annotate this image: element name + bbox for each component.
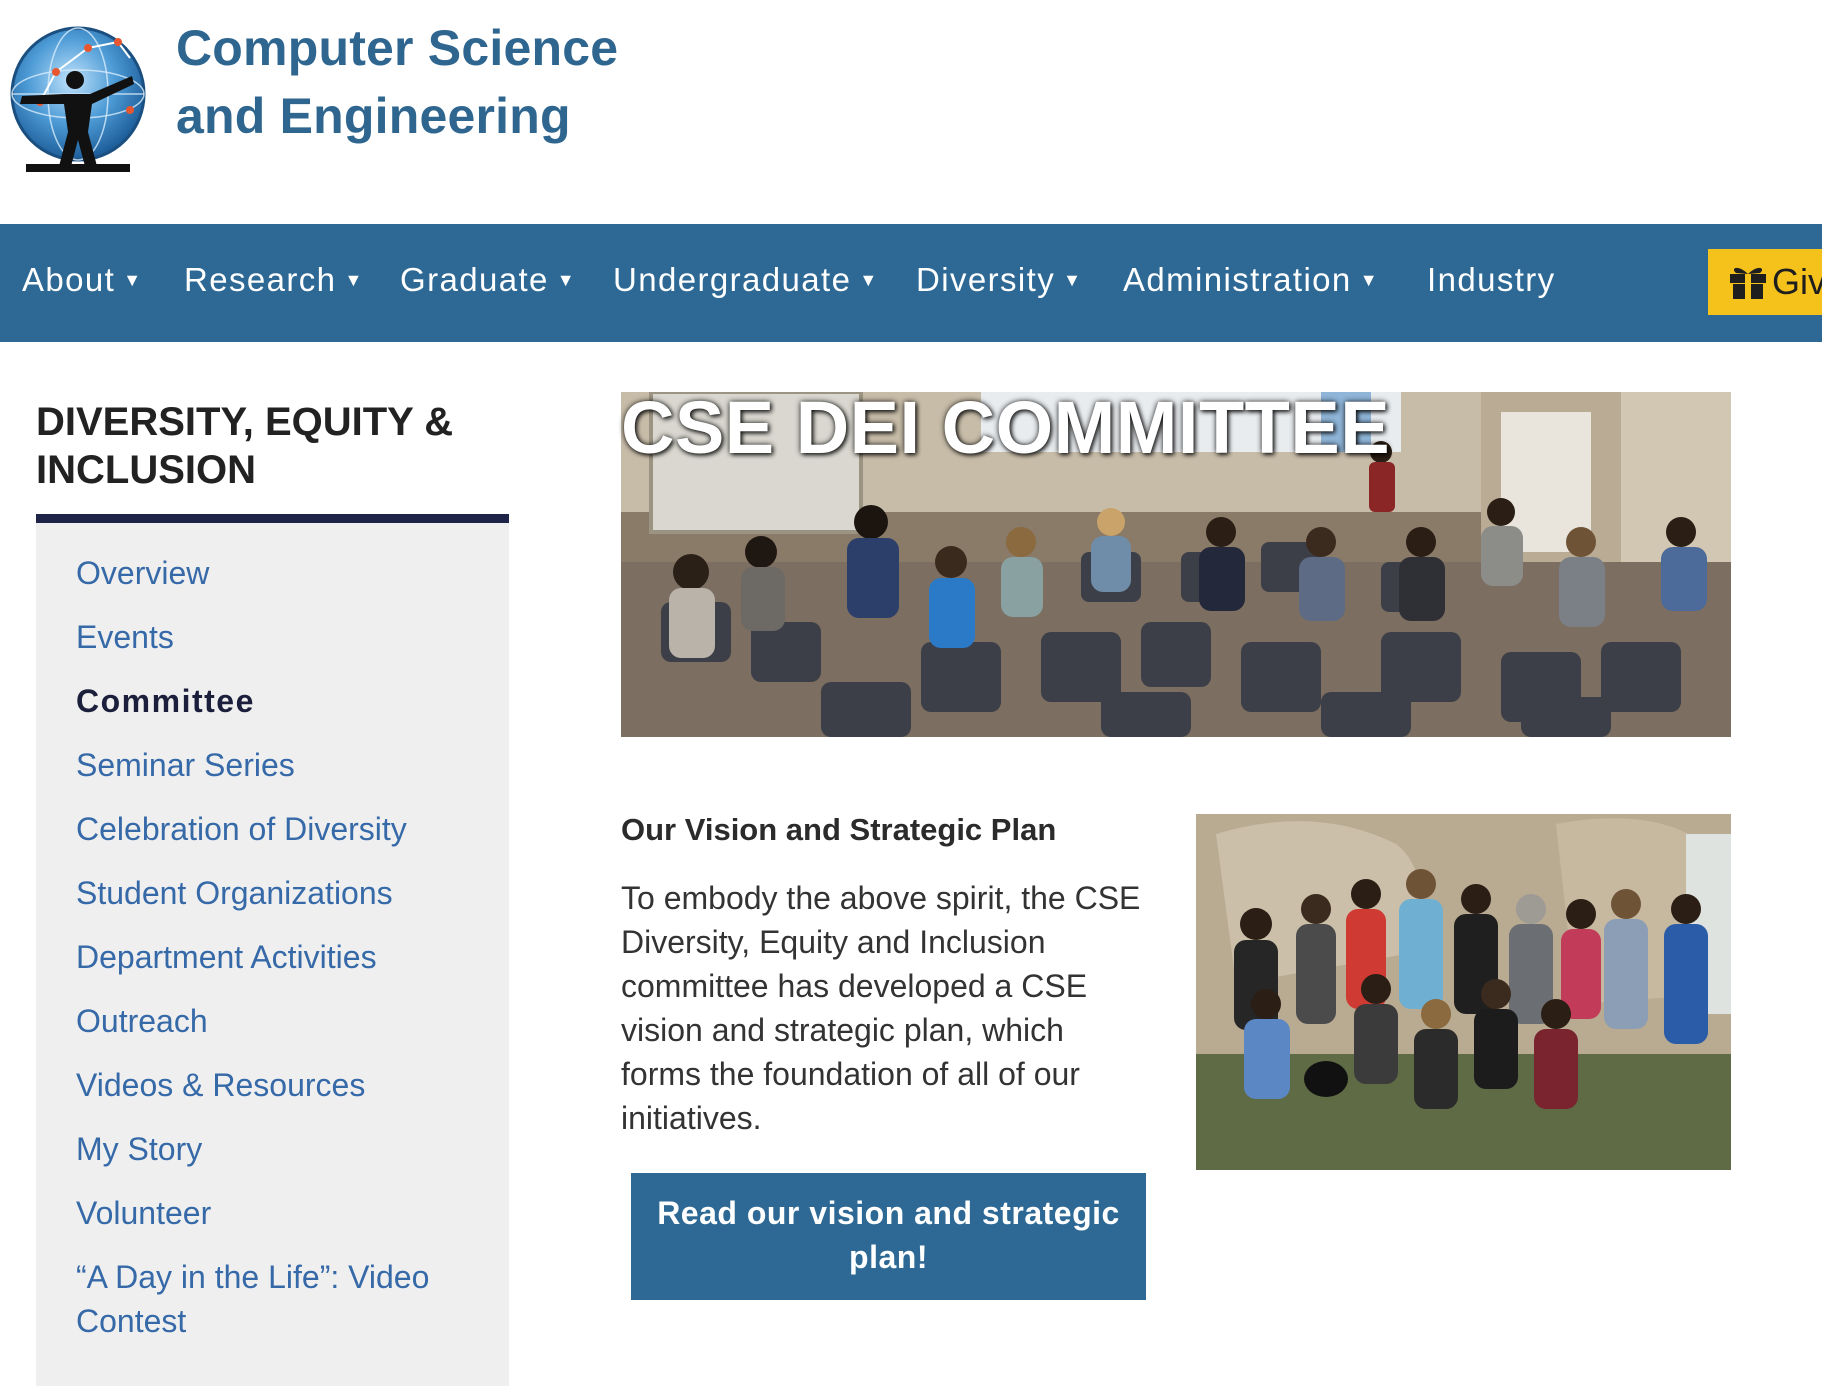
nav-item-undergraduate[interactable]: Undergraduate ▼ xyxy=(613,224,879,342)
nav-item-about[interactable]: About ▼ xyxy=(22,224,142,342)
sidebar-item-overview[interactable]: Overview xyxy=(76,551,496,595)
site-header: Computer Science and Engineering xyxy=(0,0,1822,224)
cse-logo[interactable] xyxy=(6,14,150,174)
sidebar-item-videos-resources[interactable]: Videos & Resources xyxy=(76,1063,496,1107)
nav-item-research[interactable]: Research ▼ xyxy=(184,224,364,342)
site-title[interactable]: Computer Science and Engineering xyxy=(176,14,618,150)
gift-icon xyxy=(1730,267,1766,299)
nav-item-graduate[interactable]: Graduate ▼ xyxy=(400,224,576,342)
sidebar-item-events[interactable]: Events xyxy=(76,615,496,659)
sidebar-divider xyxy=(36,514,509,523)
nav-item-diversity[interactable]: Diversity ▼ xyxy=(916,224,1082,342)
caret-down-icon: ▼ xyxy=(1359,270,1379,290)
give-button[interactable]: Give xyxy=(1708,249,1822,315)
committee-group-photo xyxy=(1196,814,1731,1170)
sidebar-item-outreach[interactable]: Outreach xyxy=(76,999,496,1043)
caret-down-icon: ▼ xyxy=(859,270,879,290)
nav-label: About xyxy=(22,261,116,298)
nav-item-industry[interactable]: Industry xyxy=(1427,224,1556,342)
vision-paragraph: To embody the above spirit, the CSE Dive… xyxy=(621,880,1141,1136)
nav-label: Administration xyxy=(1123,261,1352,298)
sidebar-heading: DIVERSITY, EQUITY & INCLUSION xyxy=(36,400,454,492)
read-vision-plan-button[interactable]: Read our vision and strategic plan! xyxy=(631,1173,1146,1300)
caret-down-icon: ▼ xyxy=(1063,270,1083,290)
site-title-line1: Computer Science xyxy=(176,20,619,76)
sidebar-item-department-activities[interactable]: Department Activities xyxy=(76,935,496,979)
nav-label: Undergraduate xyxy=(613,261,852,298)
sidebar-item-volunteer[interactable]: Volunteer xyxy=(76,1191,496,1235)
vision-heading: Our Vision and Strategic Plan xyxy=(621,812,1057,847)
sidebar-item-video-contest[interactable]: “A Day in the Life”: Video Contest xyxy=(76,1255,496,1343)
caret-down-icon: ▼ xyxy=(344,270,364,290)
give-label: Give xyxy=(1772,261,1822,302)
nav-label: Graduate xyxy=(400,261,549,298)
sidebar-menu: Overview Events Committee Seminar Series… xyxy=(36,523,509,1386)
caret-down-icon: ▼ xyxy=(123,270,143,290)
nav-label: Diversity xyxy=(916,261,1056,298)
hero-title: CSE DEI COMMITTEE xyxy=(621,386,1391,469)
sidebar-item-student-organizations[interactable]: Student Organizations xyxy=(76,871,496,915)
caret-down-icon: ▼ xyxy=(556,270,577,290)
nav-item-administration[interactable]: Administration ▼ xyxy=(1123,224,1379,342)
main-nav: About ▼ Research ▼ Graduate ▼ Undergraduate… xyxy=(0,224,1822,342)
sidebar-item-seminar-series[interactable]: Seminar Series xyxy=(76,743,496,787)
site-title-line2: and Engineering xyxy=(176,88,571,144)
sidebar-item-committee[interactable]: Committee xyxy=(76,679,496,723)
nav-label: Industry xyxy=(1427,261,1556,298)
sidebar-item-my-story[interactable]: My Story xyxy=(76,1127,496,1171)
sidebar-item-celebration-of-diversity[interactable]: Celebration of Diversity xyxy=(76,807,496,851)
nav-label: Research xyxy=(184,261,337,298)
